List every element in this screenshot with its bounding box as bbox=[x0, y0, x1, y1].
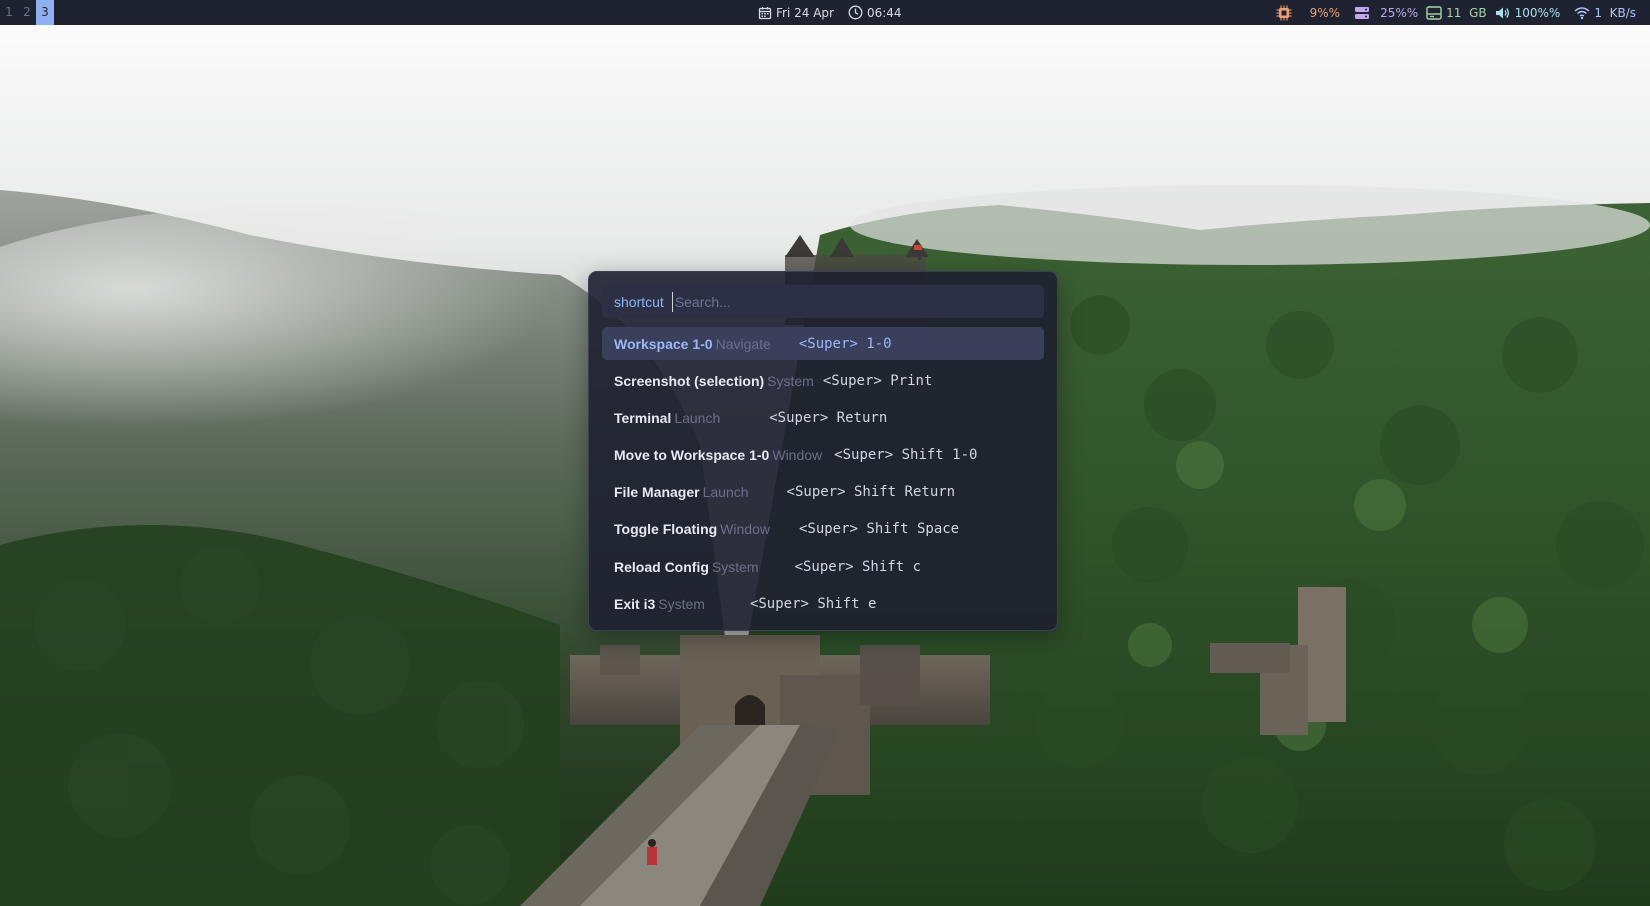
shortcut-launcher: shortcut Workspace 1-0 Navigate <Super> … bbox=[588, 271, 1058, 631]
disk-icon bbox=[1426, 5, 1442, 21]
workspace-1-button[interactable]: 1 bbox=[0, 0, 18, 25]
calendar-icon bbox=[758, 6, 772, 20]
shortcut-category: Window bbox=[720, 521, 770, 538]
shortcut-keys: <Super> 1-0 bbox=[798, 335, 892, 352]
search-input[interactable] bbox=[671, 291, 1044, 312]
date-label: Fri 24 Apr bbox=[776, 5, 834, 20]
shortcut-name: File Manager bbox=[614, 484, 700, 501]
shortcut-category: Launch bbox=[674, 409, 721, 426]
shortcut-category: Launch bbox=[702, 484, 749, 501]
workspace-2-button[interactable]: 2 bbox=[18, 0, 36, 25]
shortcut-name: Move to Workspace 1-0 bbox=[614, 447, 770, 464]
shortcut-name: Terminal bbox=[614, 409, 672, 426]
shortcut-list: Workspace 1-0 Navigate <Super> 1-0 Scree… bbox=[602, 327, 1044, 625]
shortcut-category: Window bbox=[772, 447, 823, 464]
shortcut-name: Workspace 1-0 bbox=[614, 335, 713, 352]
shortcut-category: System bbox=[711, 558, 759, 575]
volume-level-label: 100%% bbox=[1514, 5, 1561, 20]
shortcut-keys: <Super> Return bbox=[769, 409, 888, 426]
network-speed-label: 1 KB/s bbox=[1594, 5, 1636, 20]
shortcut-row-move-to-workspace[interactable]: Move to Workspace 1-0 Window <Super> Shi… bbox=[602, 439, 1044, 472]
workspace-list: 1 2 3 bbox=[0, 0, 54, 25]
time-label: 06:44 bbox=[866, 5, 902, 20]
search-bar: shortcut bbox=[602, 285, 1044, 318]
clock-widget: Fri 24 Apr 06:44 bbox=[758, 0, 902, 25]
cpu-usage-label: 9%% bbox=[1309, 5, 1341, 20]
shortcut-name: Exit i3 bbox=[614, 595, 656, 612]
shortcut-row-toggle-floating[interactable]: Toggle Floating Window <Super> Shift Spa… bbox=[602, 513, 1044, 546]
shortcut-keys: <Super> Shift c bbox=[794, 558, 922, 575]
shortcut-row-workspace[interactable]: Workspace 1-0 Navigate <Super> 1-0 bbox=[602, 327, 1044, 360]
clock-icon bbox=[848, 5, 863, 20]
memory-icon bbox=[1354, 5, 1370, 21]
shortcut-name: Reload Config bbox=[614, 558, 709, 575]
shortcut-row-exit-i3[interactable]: Exit i3 System <Super> Shift e bbox=[602, 587, 1044, 620]
shortcut-category: System bbox=[658, 595, 705, 612]
shortcut-row-file-manager[interactable]: File Manager Launch <Super> Shift Return bbox=[602, 476, 1044, 509]
shortcut-name: Toggle Floating bbox=[614, 521, 718, 538]
memory-usage-label: 25%% bbox=[1380, 5, 1419, 20]
shortcut-keys: <Super> Shift e bbox=[749, 595, 877, 612]
volume-icon[interactable] bbox=[1495, 5, 1511, 21]
launcher-prompt: shortcut bbox=[614, 293, 664, 310]
wifi-icon[interactable] bbox=[1574, 6, 1590, 20]
shortcut-keys: <Super> Shift Space bbox=[798, 521, 960, 538]
shortcut-keys: <Super> Shift Return bbox=[786, 484, 956, 501]
cpu-icon bbox=[1276, 5, 1292, 21]
shortcut-keys: <Super> Shift 1-0 bbox=[834, 447, 978, 464]
shortcut-category: Navigate bbox=[715, 335, 771, 352]
shortcut-name: Screenshot (selection) bbox=[614, 372, 765, 389]
system-tray: 9%% 25%% 11 GB 100%% 1 KB/s bbox=[1266, 0, 1636, 25]
shortcut-category: System bbox=[767, 372, 814, 389]
disk-free-label: 11 GB bbox=[1446, 5, 1487, 20]
shortcut-row-screenshot[interactable]: Screenshot (selection) System <Super> Pr… bbox=[602, 364, 1044, 397]
shortcut-row-terminal[interactable]: Terminal Launch <Super> Return bbox=[602, 401, 1044, 434]
top-status-bar: 1 2 3 Fri 24 Apr 06:44 9%% 25%% 11 GB 10… bbox=[0, 0, 1650, 25]
shortcut-keys: <Super> Print bbox=[822, 372, 933, 389]
workspace-3-button[interactable]: 3 bbox=[36, 0, 54, 25]
shortcut-row-reload-config[interactable]: Reload Config System <Super> Shift c bbox=[602, 550, 1044, 583]
